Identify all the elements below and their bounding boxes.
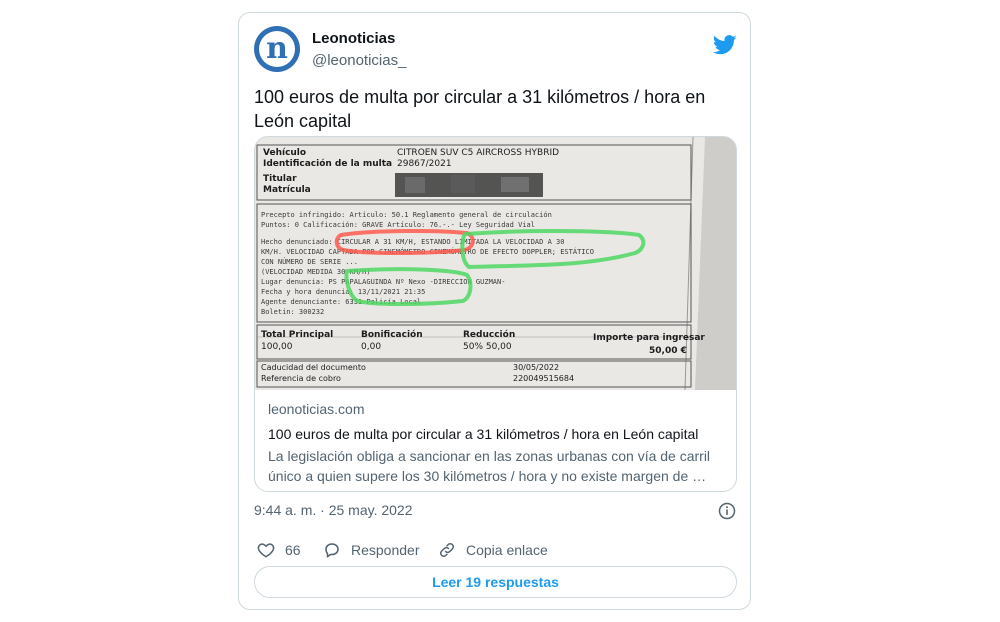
account-handle[interactable]: @leonoticias_: [312, 52, 406, 69]
reply-button[interactable]: Responder: [323, 539, 420, 561]
link-icon: [439, 542, 455, 558]
like-button[interactable]: 66: [257, 539, 301, 561]
doc-bonus-value: 0,00: [361, 342, 381, 352]
doc-line-10: Boletín: 300232: [261, 308, 324, 316]
doc-amount-label: Importe para ingresar: [593, 333, 705, 343]
doc-total-value: 100,00: [261, 342, 293, 352]
account-name[interactable]: Leonoticias: [312, 30, 395, 47]
fine-document-image: Vehículo Identificación de la multa Titu…: [255, 137, 736, 390]
doc-caducidad-value: 30/05/2022: [513, 363, 559, 372]
tweet-actions: 66 Responder Copia enlace: [254, 539, 737, 561]
doc-line-8: Fecha y hora denuncia: 13/11/2021 21:35: [261, 288, 425, 296]
doc-total-label: Total Principal: [261, 330, 333, 340]
doc-line-5: CON NÚMERO DE SERIE ...: [261, 257, 358, 266]
doc-reduction-value: 50% 50,00: [463, 342, 512, 352]
leonoticias-logo: n: [259, 31, 295, 67]
fine-document-photo: Vehículo Identificación de la multa Titu…: [255, 137, 736, 390]
link-domain: leonoticias.com: [268, 401, 365, 417]
doc-vehicle: CITROEN SUV C5 AIRCROSS HYBRID: [397, 148, 559, 158]
tweet-card: n Leonoticias @leonoticias_ 100 euros de…: [238, 12, 751, 610]
avatar[interactable]: n: [254, 26, 300, 72]
doc-bonus-label: Bonificación: [361, 329, 423, 340]
tweet-timestamp[interactable]: 9:44 a. m. · 25 may. 2022: [254, 502, 413, 518]
doc-reduction-label: Reducción: [463, 329, 515, 340]
info-icon[interactable]: [718, 502, 736, 520]
link-title: 100 euros de multa por circular a 31 kil…: [268, 426, 699, 442]
heart-icon: [257, 543, 275, 558]
doc-referencia-label: Referencia de cobro: [261, 374, 341, 383]
link-preview-meta: leonoticias.com 100 euros de multa por c…: [268, 400, 728, 486]
link-description: La legislación obliga a sancionar en las…: [268, 448, 711, 484]
reply-icon: [325, 543, 339, 558]
copy-link-button[interactable]: Copia enlace: [438, 539, 548, 561]
copy-link-label: Copia enlace: [466, 542, 548, 558]
doc-referencia-value: 220049515684: [513, 374, 574, 383]
like-count: 66: [285, 542, 301, 558]
tweet-text: 100 euros de multa por circular a 31 kil…: [254, 87, 706, 131]
doc-label-identificacion: Identificación de la multa: [263, 158, 392, 169]
link-preview-card[interactable]: Vehículo Identificación de la multa Titu…: [254, 136, 737, 492]
doc-label-titular: Titular: [263, 174, 297, 184]
twitter-bird-icon[interactable]: [713, 35, 737, 55]
doc-amount-value: 50,00 €: [649, 346, 687, 356]
reply-label: Responder: [351, 542, 420, 558]
doc-line-2: Puntos: 0 Calificación: GRAVE Artículo: …: [261, 221, 535, 229]
tweet-header: n Leonoticias @leonoticias_: [254, 26, 737, 76]
doc-caducidad-label: Caducidad del documento: [261, 363, 366, 372]
doc-line-3: Hecho denunciado: CIRCULAR A 31 KM/H, ES…: [261, 238, 564, 246]
doc-label-vehiculo: Vehículo: [263, 148, 306, 158]
read-replies-button[interactable]: Leer 19 respuestas: [254, 566, 737, 598]
doc-fine-id: 29867/2021: [397, 159, 452, 169]
doc-label-matricula: Matrícula: [263, 185, 311, 195]
doc-line-1: Precepto infringido: Artículo: 50.1 Regl…: [261, 211, 552, 219]
